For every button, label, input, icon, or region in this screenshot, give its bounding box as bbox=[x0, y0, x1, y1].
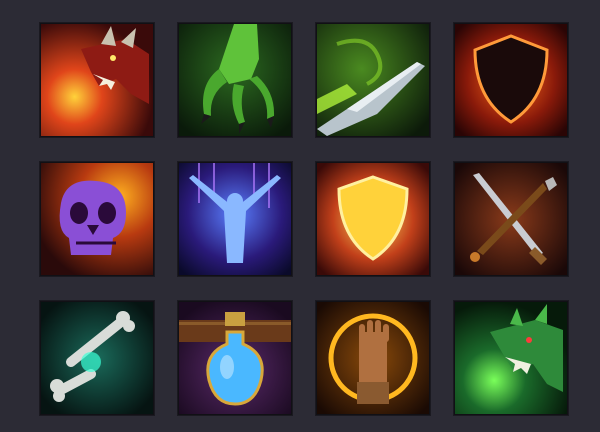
golden-sigil-hand-icon[interactable] bbox=[316, 301, 430, 415]
ability-icon-grid bbox=[0, 0, 600, 432]
fire-shield-icon[interactable] bbox=[454, 23, 568, 137]
flaming-purple-skull-icon[interactable] bbox=[40, 162, 154, 276]
arcane-figure-ascending-icon[interactable] bbox=[178, 162, 292, 276]
green-claw-icon[interactable] bbox=[178, 23, 292, 137]
crossed-sword-and-mace-icon[interactable] bbox=[454, 162, 568, 276]
glowing-bone-icon[interactable] bbox=[40, 301, 154, 415]
blue-potion-belt-icon[interactable] bbox=[178, 301, 292, 415]
green-dragon-poison-breath-icon[interactable] bbox=[454, 301, 568, 415]
red-dragon-fire-breath-icon[interactable] bbox=[40, 23, 154, 137]
golden-holy-shield-icon[interactable] bbox=[316, 162, 430, 276]
poison-blade-icon[interactable] bbox=[316, 23, 430, 137]
